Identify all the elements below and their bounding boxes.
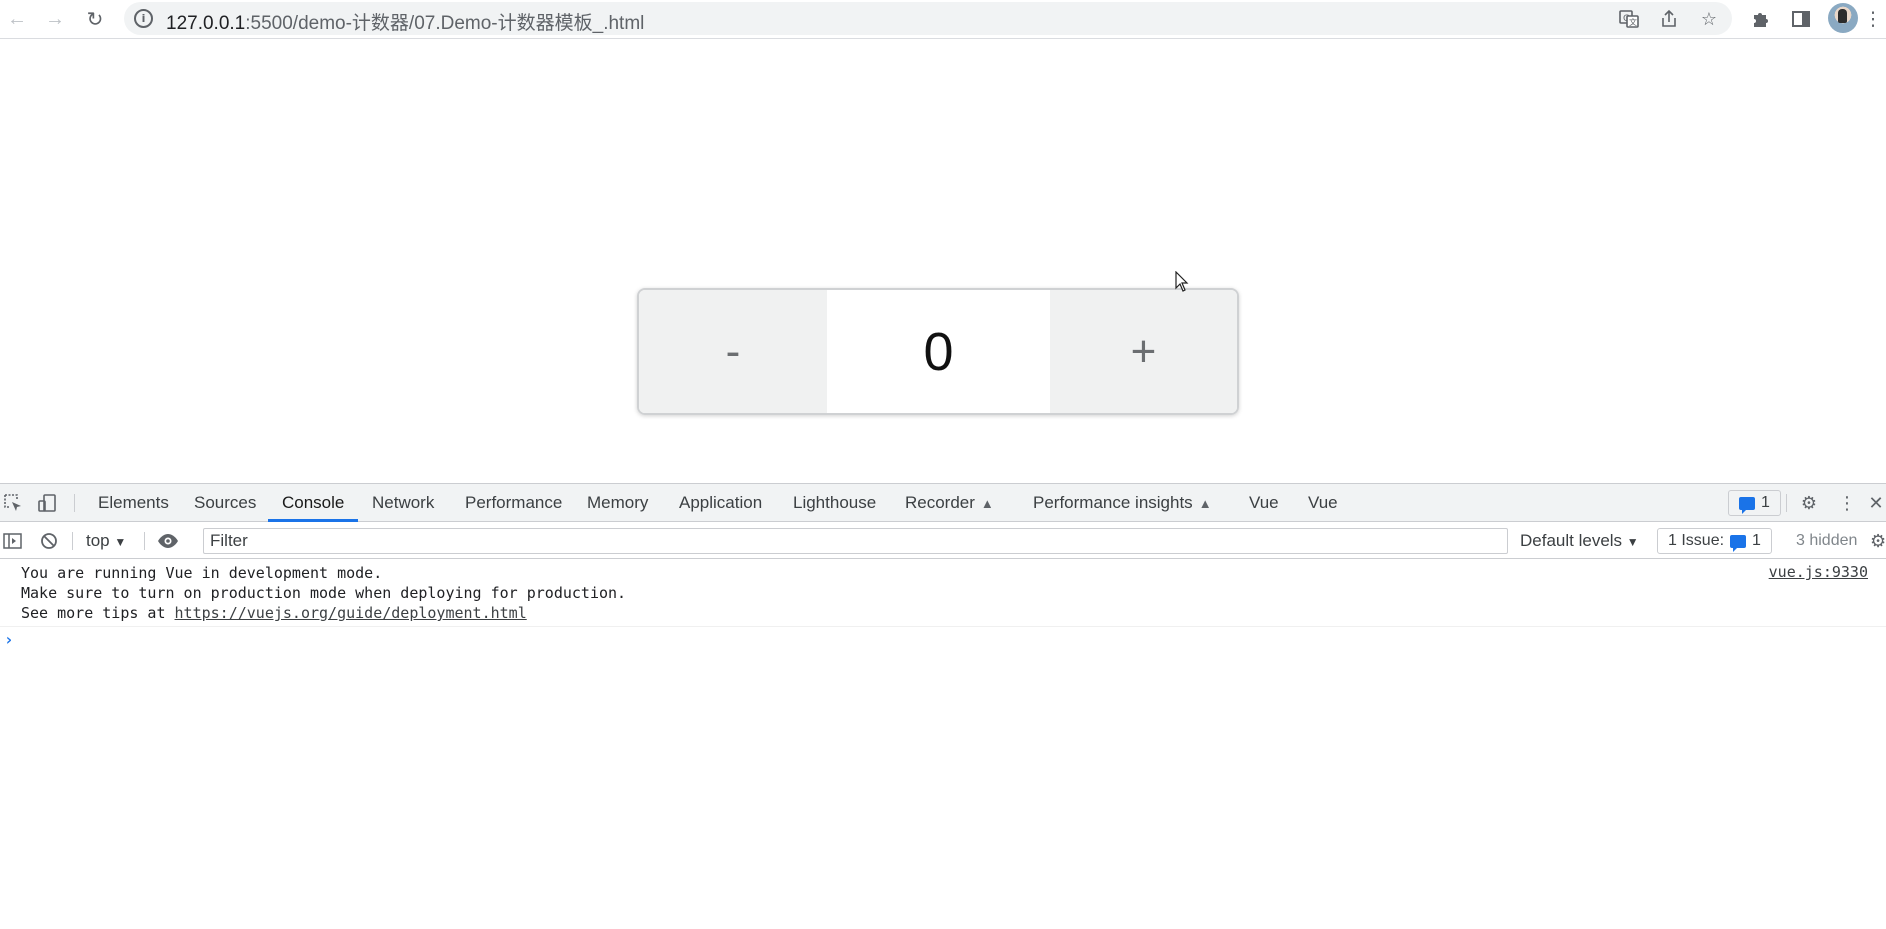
reload-icon[interactable]: ↻ (80, 4, 110, 34)
console-filter-input[interactable] (203, 528, 1508, 554)
device-toolbar-icon[interactable] (34, 490, 60, 516)
close-devtools-icon[interactable]: ✕ (1866, 490, 1886, 516)
context-selector-value: top (86, 531, 110, 550)
toolbar-divider (74, 494, 75, 512)
console-settings-gear-icon[interactable]: ⚙ (1870, 528, 1886, 554)
console-filter-bar: top ▼ Default levels ▼ 1 Issue: 1 3 hidd… (0, 523, 1886, 559)
forward-arrow-icon[interactable]: → (40, 4, 70, 34)
address-bar[interactable]: i 127.0.0.1:5500/demo-计数器/07.Demo-计数器模板_… (124, 2, 1732, 35)
tab-lighthouse[interactable]: Lighthouse (793, 484, 876, 522)
profile-avatar[interactable] (1828, 3, 1858, 33)
mouse-cursor-icon (1175, 271, 1189, 292)
url-host: 127.0.0.1 (166, 13, 246, 34)
issues-badge-button[interactable]: 1 (1728, 490, 1781, 516)
extensions-puzzle-icon[interactable] (1746, 4, 1776, 34)
message-icon (1730, 534, 1747, 552)
clear-console-icon[interactable] (36, 528, 62, 554)
issues-count-value: 1 (1752, 532, 1761, 549)
inspect-element-icon[interactable] (0, 490, 26, 516)
decrement-button[interactable]: - (639, 290, 827, 413)
translate-icon[interactable]: G文 (1616, 6, 1642, 32)
side-panel-icon[interactable] (1786, 4, 1816, 34)
toolbar-divider (144, 532, 145, 550)
svg-text:文: 文 (1629, 17, 1637, 27)
tab-performance[interactable]: Performance (465, 484, 562, 522)
url-path: :5500/demo-计数器/07.Demo-计数器模板_.html (245, 13, 645, 34)
dropdown-arrow-icon: ▼ (1626, 535, 1639, 549)
toolbar-divider (1786, 494, 1787, 512)
tab-sources[interactable]: Sources (194, 484, 256, 522)
live-expression-eye-icon[interactable] (155, 528, 181, 554)
toolbar-divider (72, 532, 73, 550)
console-prompt-chevron-icon[interactable]: › (4, 630, 14, 649)
tab-console[interactable]: Console (267, 484, 359, 522)
browser-toolbar: ← → ↻ i 127.0.0.1:5500/demo-计数器/07.Demo-… (0, 0, 1886, 39)
counter-value: 0 (827, 290, 1050, 413)
console-message: You are running Vue in development mode.… (0, 560, 1886, 627)
message-icon (1739, 496, 1755, 514)
console-message-line: Make sure to turn on production mode whe… (21, 584, 627, 602)
tab-recorder[interactable]: Recorder ▲ (905, 484, 994, 522)
devtools-menu-icon[interactable]: ⋮ (1834, 490, 1860, 516)
issues-count-label: 1 Issue: (1668, 532, 1725, 549)
back-arrow-icon[interactable]: ← (2, 4, 32, 34)
settings-gear-icon[interactable]: ⚙ (1796, 490, 1822, 516)
devtools-tab-bar: Elements Sources Console Network Perform… (0, 484, 1886, 522)
message-source-link[interactable]: vue.js:9330 (1769, 563, 1868, 581)
issues-count-button[interactable]: 1 Issue: 1 (1657, 528, 1772, 554)
tab-elements[interactable]: Elements (98, 484, 169, 522)
tab-vue-2[interactable]: Vue (1308, 484, 1338, 522)
context-selector[interactable]: top ▼ (86, 523, 126, 559)
dropdown-arrow-icon: ▼ (114, 535, 127, 549)
log-levels-value: Default levels (1520, 531, 1623, 550)
page-viewport: - 0 + (0, 40, 1886, 483)
counter-widget: - 0 + (637, 288, 1239, 415)
tab-vue[interactable]: Vue (1249, 484, 1279, 522)
console-text: See more tips at (21, 604, 175, 622)
site-info-icon[interactable]: i (134, 9, 153, 28)
tab-performance-insights[interactable]: Performance insights ▲ (1033, 484, 1212, 522)
tab-application[interactable]: Application (679, 484, 762, 522)
browser-menu-icon[interactable]: ⋮ (1862, 4, 1884, 34)
devtools-panel: Elements Sources Console Network Perform… (0, 483, 1886, 929)
tab-recorder-label: Recorder (905, 493, 975, 512)
address-url[interactable]: 127.0.0.1:5500/demo-计数器/07.Demo-计数器模板_.h… (166, 8, 644, 35)
hidden-messages-count: 3 hidden (1796, 532, 1858, 549)
experiment-flask-icon: ▲ (1198, 496, 1212, 511)
share-icon[interactable] (1656, 6, 1682, 32)
sidebar-toggle-icon[interactable] (0, 528, 26, 554)
console-output: You are running Vue in development mode.… (0, 560, 1886, 649)
increment-button[interactable]: + (1050, 290, 1237, 413)
experiment-flask-icon: ▲ (980, 496, 994, 511)
tab-performance-insights-label: Performance insights (1033, 493, 1193, 512)
console-message-line: See more tips at https://vuejs.org/guide… (21, 603, 1886, 623)
deployment-guide-link[interactable]: https://vuejs.org/guide/deployment.html (175, 604, 527, 622)
tab-network[interactable]: Network (372, 484, 434, 522)
console-message-line: You are running Vue in development mode. (21, 564, 383, 582)
issues-badge-count: 1 (1761, 494, 1770, 511)
log-levels-dropdown[interactable]: Default levels ▼ (1520, 523, 1639, 559)
bookmark-star-icon[interactable]: ☆ (1696, 6, 1722, 32)
tab-memory[interactable]: Memory (587, 484, 648, 522)
